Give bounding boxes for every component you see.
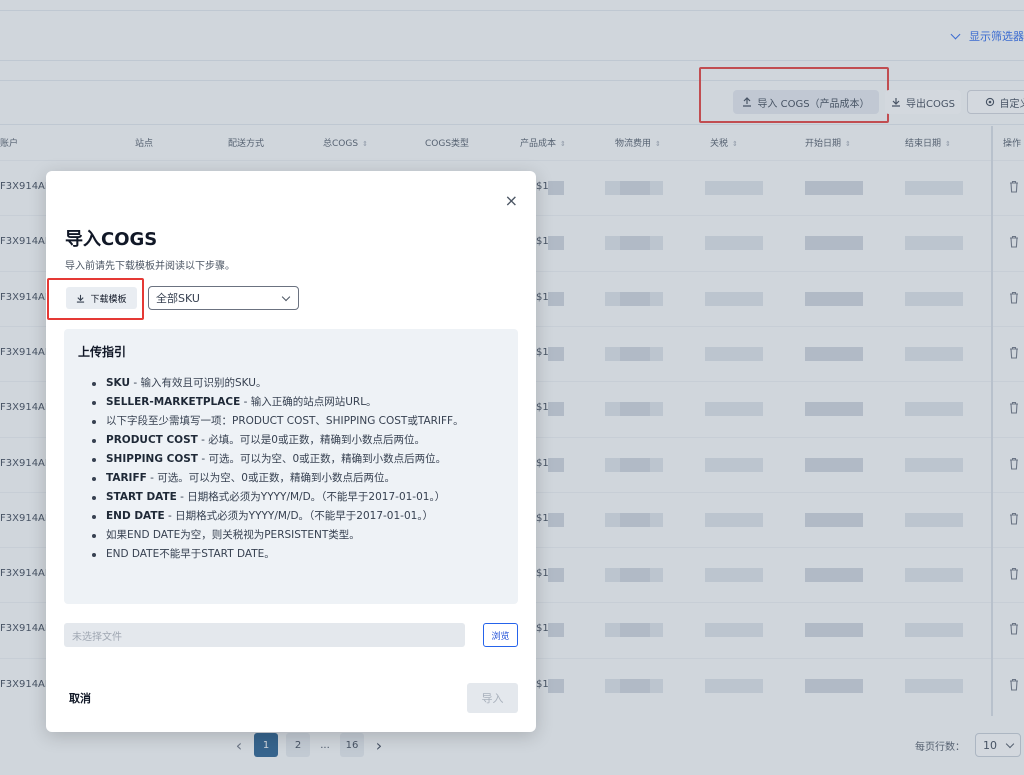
import-cogs-dialog: × 导入COGS 导入前请先下载模板并阅读以下步骤。 下载模板 全部SKU 上传…: [46, 171, 536, 732]
upload-guide-title: 上传指引: [78, 345, 127, 359]
guide-item: PRODUCT COST - 必填。可以是0或正数，精确到小数点后两位。: [92, 431, 504, 450]
upload-guide-list: SKU - 输入有效且可识别的SKU。 SELLER-MARKETPLACE -…: [78, 374, 504, 564]
download-icon: [77, 294, 85, 303]
download-template-label: 下载模板: [90, 294, 127, 305]
chevron-down-icon: [281, 292, 291, 301]
guide-item: 以下字段至少需填写一项：PRODUCT COST、SHIPPING COST或T…: [92, 412, 504, 431]
dialog-subtitle: 导入前请先下载模板并阅读以下步骤。: [65, 261, 235, 272]
guide-item: TARIFF - 可选。可以为空、0或正数，精确到小数点后两位。: [92, 469, 504, 488]
browse-button[interactable]: 浏览: [483, 623, 518, 647]
file-input[interactable]: 未选择文件: [64, 623, 465, 647]
close-icon[interactable]: ×: [505, 193, 518, 209]
sku-select-value: 全部SKU: [156, 292, 200, 305]
guide-item: 如果END DATE为空，则关税视为PERSISTENT类型。: [92, 526, 504, 545]
dialog-title: 导入COGS: [65, 229, 158, 250]
guide-item: START DATE - 日期格式必须为YYYY/M/D。（不能早于2017-0…: [92, 488, 504, 507]
cancel-button[interactable]: 取消: [69, 690, 91, 706]
guide-item: END DATE - 日期格式必须为YYYY/M/D。（不能早于2017-01-…: [92, 507, 504, 526]
guide-item: SKU - 输入有效且可识别的SKU。: [92, 374, 504, 393]
sku-select[interactable]: 全部SKU: [148, 286, 299, 310]
guide-item: SELLER-MARKETPLACE - 输入正确的站点网站URL。: [92, 393, 504, 412]
download-template-button[interactable]: 下载模板: [66, 287, 137, 309]
import-button[interactable]: 导入: [467, 683, 518, 713]
guide-item: SHIPPING COST - 可选。可以为空、0或正数，精确到小数点后两位。: [92, 450, 504, 469]
upload-guide: 上传指引 SKU - 输入有效且可识别的SKU。 SELLER-MARKETPL…: [64, 329, 518, 604]
guide-item: END DATE不能早于START DATE。: [92, 545, 504, 564]
